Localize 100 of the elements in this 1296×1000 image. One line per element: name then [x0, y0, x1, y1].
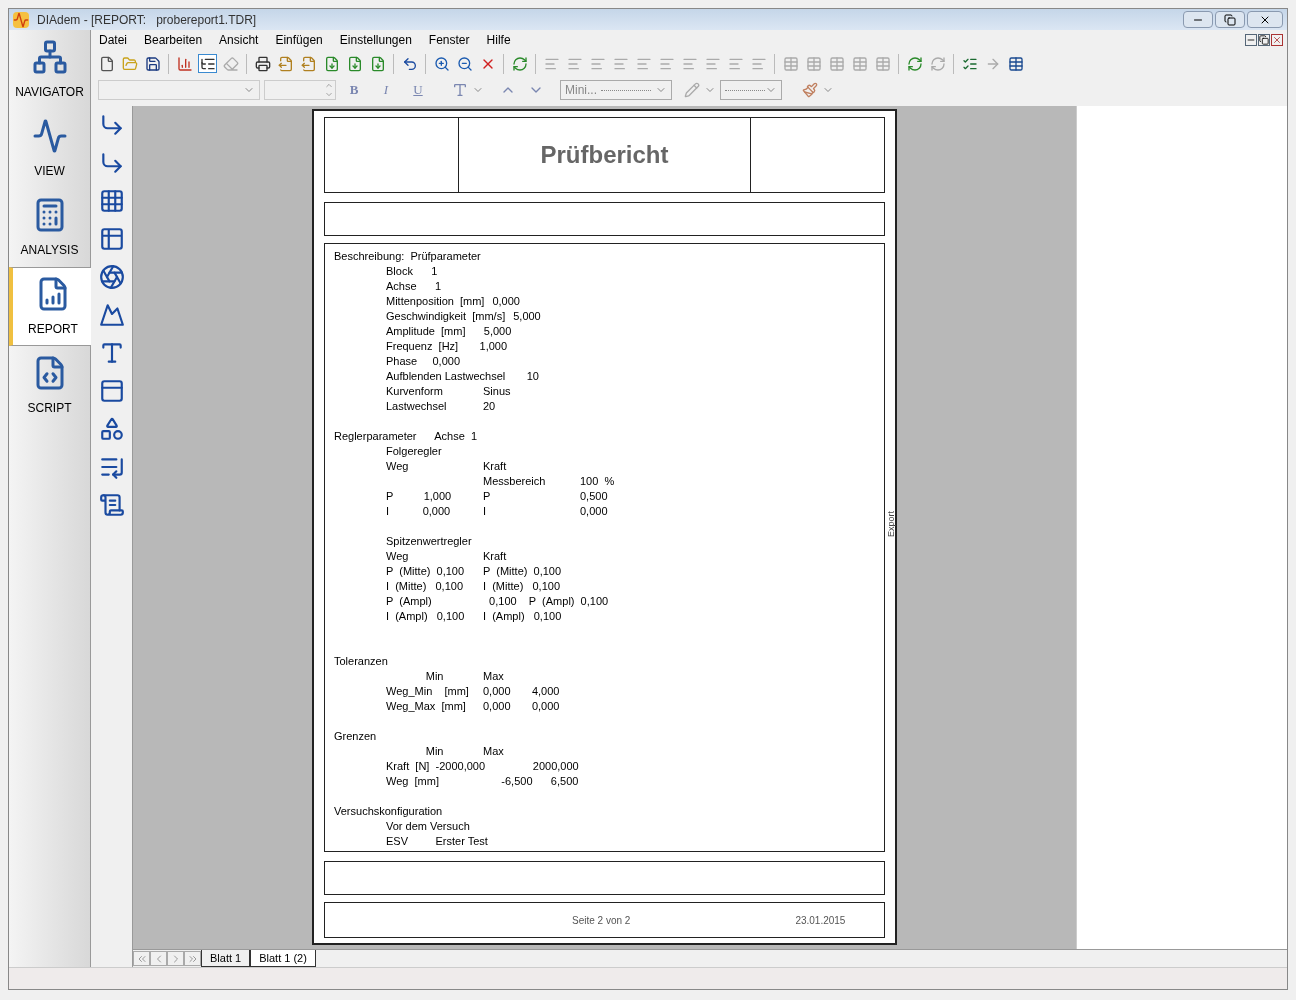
report-text: Kraft [N] -2000,000	[386, 759, 487, 774]
undo-icon	[401, 55, 418, 72]
table-icon	[851, 55, 868, 72]
mountain-icon[interactable]	[98, 302, 125, 328]
frame-icon[interactable]	[98, 378, 125, 404]
new-file-icon	[98, 55, 115, 72]
restore-icon[interactable]	[1258, 34, 1270, 46]
refresh-icon	[906, 55, 923, 72]
report-text: ESV Erster Test	[386, 834, 488, 849]
sheet-nav-button[interactable]	[133, 951, 150, 966]
table-icon	[782, 55, 799, 72]
sheet-nav-button[interactable]	[150, 951, 167, 966]
report-text: 0,000 0,000	[483, 699, 560, 714]
page-number: Seite 2 von 2	[572, 913, 631, 928]
report-text: Kraft	[483, 459, 507, 474]
report-text: I (Mitte) 0,100	[386, 579, 465, 594]
date-text: 23.01.2015	[795, 913, 846, 928]
sheet-nav-button[interactable]	[184, 951, 201, 966]
report-text: Versuchskonfiguration	[334, 804, 443, 819]
table-button[interactable]	[1006, 54, 1025, 73]
bar-chart-icon	[176, 55, 193, 72]
report-text: Toleranzen	[334, 654, 388, 669]
menu-item[interactable]: Ansicht	[219, 31, 259, 49]
save-icon	[144, 55, 161, 72]
report-text: I 0,000	[386, 504, 452, 519]
report-text: P (Mitte) 0,100	[386, 564, 466, 579]
report-text: I (Ampl) 0,100	[483, 609, 562, 624]
report-text: 0,100 P (Ampl) 0,100	[488, 594, 609, 609]
report-text: P 1,000	[386, 489, 453, 504]
refresh-icon	[929, 55, 946, 72]
sheet-tab[interactable]: Blatt 1 (2)	[250, 950, 316, 967]
pencil-icon[interactable]	[684, 82, 700, 98]
report-text: 0,000	[580, 504, 608, 519]
report-text: P	[483, 489, 492, 504]
report-text: Achse 1	[386, 279, 442, 294]
report-text: 0,000 4,000	[483, 684, 560, 699]
report-text: I (Ampl) 0,100	[386, 609, 466, 624]
line-style-dropdown[interactable]	[720, 80, 782, 100]
report-text: P (Ampl)	[386, 594, 433, 609]
menu-item[interactable]: Fenster	[428, 31, 470, 49]
print-icon	[254, 55, 271, 72]
export-button[interactable]	[299, 54, 318, 73]
refresh-button[interactable]	[905, 54, 924, 73]
navigator-tab[interactable]: VIEW	[9, 109, 90, 188]
report-text: I (Mitte) 0,100	[483, 579, 561, 594]
report-text: Weg_Max [mm]	[386, 699, 467, 714]
report-text: Lastwechsel	[386, 399, 448, 414]
folder-icon	[121, 55, 138, 72]
side-label: Export	[884, 511, 897, 537]
grid-icon[interactable]	[98, 188, 125, 214]
minimize-icon[interactable]	[1245, 34, 1257, 46]
polar-grid-icon[interactable]	[98, 264, 125, 290]
report-text: 2000,000	[531, 759, 579, 774]
script-icon[interactable]	[98, 492, 125, 518]
navigator-tab[interactable]: NAVIGATOR	[9, 30, 90, 109]
menu-item[interactable]: Datei	[99, 31, 127, 49]
sheet-nav-button[interactable]	[167, 951, 184, 966]
navigator-tab[interactable]: SCRIPT	[9, 346, 90, 425]
minimize-button[interactable]	[1183, 11, 1213, 28]
report-text: 0,000	[492, 294, 520, 309]
window-title: DIAdem - [REPORT: probereport1.TDR]	[37, 11, 257, 29]
tree-button[interactable]	[198, 54, 217, 73]
report-text: I	[483, 504, 488, 519]
report-text: Amplitude [mm] 5,000	[386, 324, 512, 339]
bar-chart-button[interactable]	[175, 54, 194, 73]
table-icon[interactable]	[98, 226, 125, 252]
report-text: 20	[483, 399, 496, 414]
report-text: Kurvenform	[386, 384, 444, 399]
save-button[interactable]	[143, 54, 162, 73]
sheet-tab[interactable]: Blatt 1	[201, 950, 251, 967]
print-button[interactable]	[253, 54, 272, 73]
close-button[interactable]	[1247, 11, 1283, 28]
report-text: Mittenposition [mm]	[386, 294, 486, 309]
report-text: Beschreibung: Prüfparameter	[334, 249, 481, 264]
close-icon[interactable]	[1271, 34, 1283, 46]
font-color-icon[interactable]	[452, 82, 468, 98]
report-text: Reglerparameter Achse 1	[334, 429, 478, 444]
brush-icon[interactable]	[802, 82, 818, 98]
report-text: 0,500	[580, 489, 608, 504]
navigator-tab[interactable]: ANALYSIS	[9, 188, 90, 267]
report-text: Kraft	[483, 549, 507, 564]
up-caret-icon[interactable]	[323, 81, 335, 90]
menu-item[interactable]: Einfügen	[275, 31, 323, 49]
zoom-in-icon	[433, 55, 450, 72]
menu-item[interactable]: Einstellungen	[339, 31, 412, 49]
report-text: Folgeregler	[386, 444, 442, 459]
restore-button[interactable]	[1215, 11, 1245, 28]
zoom-in-button[interactable]	[432, 54, 451, 73]
navigator-tab[interactable]: REPORT	[9, 267, 93, 346]
report-text: Max	[483, 669, 504, 684]
refresh-button[interactable]	[510, 54, 529, 73]
report-text: Weg	[386, 549, 410, 564]
menu-item[interactable]: Hilfe	[486, 31, 511, 49]
report-text: Grenzen	[334, 729, 377, 744]
menu-item[interactable]: Bearbeiten	[144, 31, 203, 49]
export-icon	[277, 55, 294, 72]
zoom-out-button[interactable]	[455, 54, 474, 73]
report-text: Phase 0,000	[386, 354, 460, 369]
shapes-icon[interactable]	[98, 416, 125, 442]
report-text: P (Mitte) 0,100	[483, 564, 562, 579]
